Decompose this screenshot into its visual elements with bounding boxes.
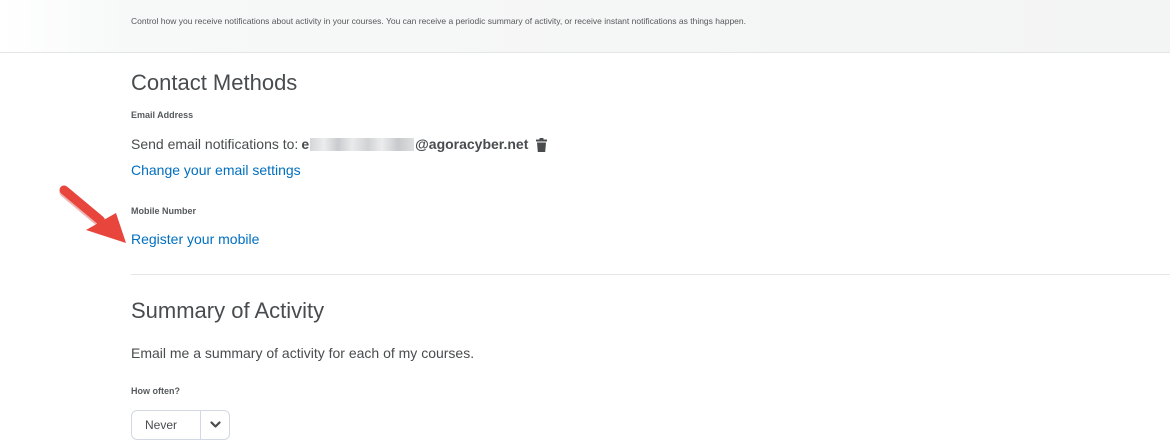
section-divider	[131, 274, 1170, 275]
email-address-label: Email Address	[131, 110, 194, 120]
email-redacted-block	[310, 137, 415, 151]
email-notification-row: Send email notifications to: e @agoracyb…	[131, 136, 548, 152]
email-prefix: e	[301, 136, 310, 152]
change-email-settings-link[interactable]: Change your email settings	[131, 162, 301, 178]
register-mobile-link[interactable]: Register your mobile	[131, 231, 259, 247]
intro-band	[0, 0, 1170, 53]
send-email-text: Send email notifications to:	[131, 136, 299, 152]
chevron-down-icon[interactable]	[201, 421, 229, 429]
intro-text: Control how you receive notifications ab…	[131, 16, 746, 26]
how-often-label: How often?	[131, 386, 180, 396]
summary-heading: Summary of Activity	[131, 298, 325, 323]
mobile-number-label: Mobile Number	[131, 206, 197, 216]
contact-methods-heading: Contact Methods	[131, 70, 298, 95]
email-domain: @agoracyber.net	[415, 136, 529, 152]
frequency-select-value: Never	[145, 418, 178, 432]
frequency-select[interactable]: Never	[131, 410, 230, 440]
red-arrow-annotation	[59, 185, 126, 243]
trash-icon[interactable]	[536, 138, 548, 152]
summary-description: Email me a summary of activity for each …	[131, 345, 475, 361]
